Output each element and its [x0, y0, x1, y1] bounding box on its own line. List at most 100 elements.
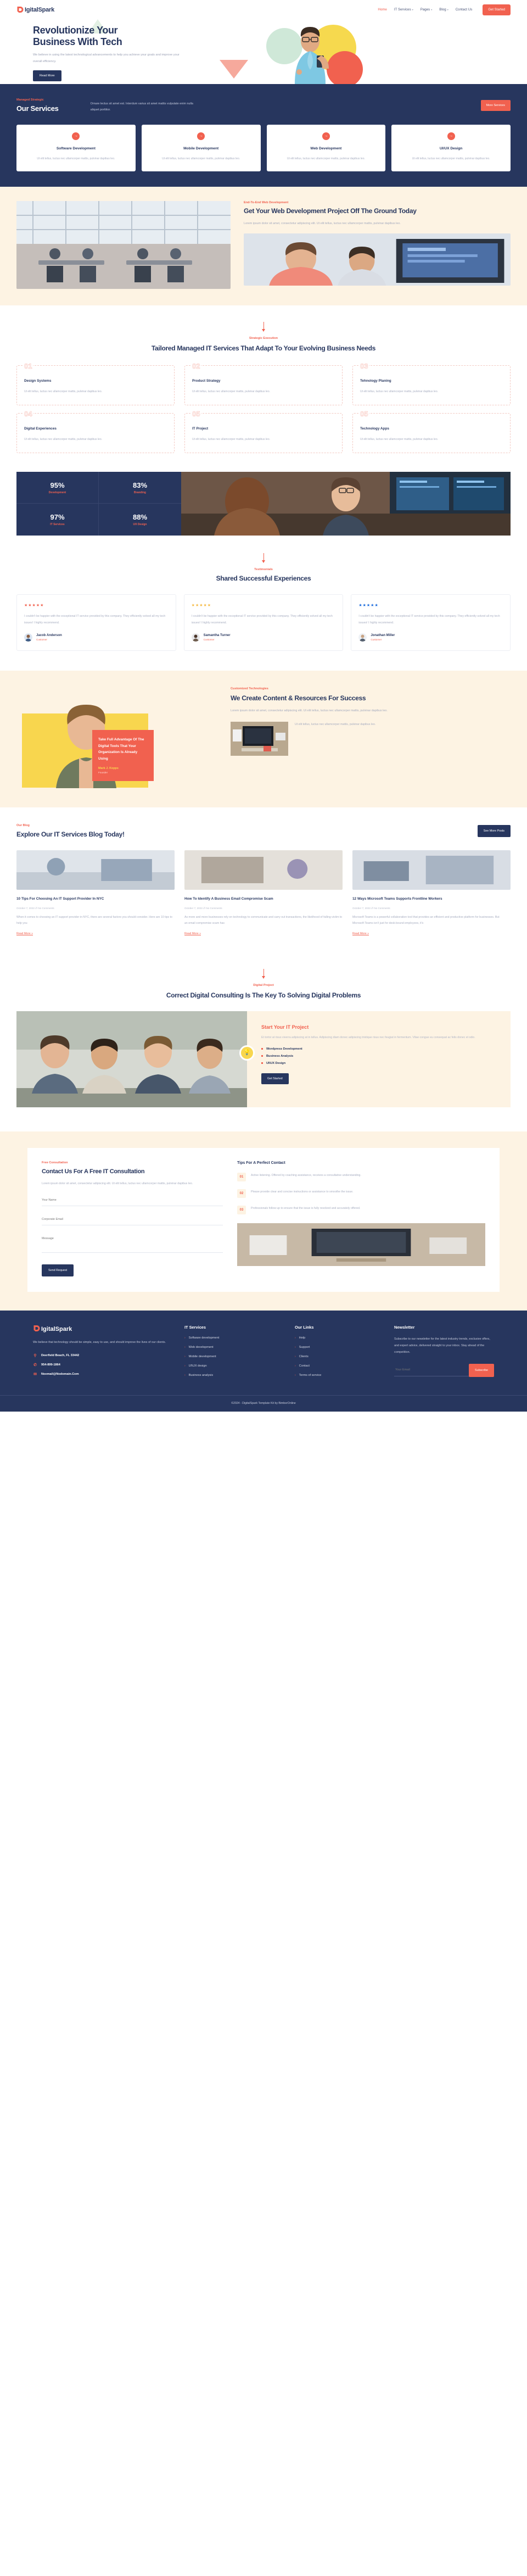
stat-label: Branding	[134, 490, 146, 494]
footer-link[interactable]: › Terms of service	[295, 1374, 380, 1377]
e2e-sub-image	[244, 233, 511, 286]
blog-post-title: 12 Ways Microsoft Teams Supports Frontli…	[352, 897, 442, 901]
logo-mark-icon	[16, 6, 24, 13]
nav-contact-us[interactable]: Contact Us	[456, 8, 473, 12]
e2e-copy: End-To-End Web Development Get Your Web …	[244, 201, 511, 289]
your-name-field[interactable]	[42, 1194, 223, 1207]
tip-item: 02 Please provide clear and concise inst…	[237, 1189, 485, 1198]
footer-links-title: Our Links	[295, 1325, 314, 1330]
hero-photo	[266, 23, 354, 84]
blog-post-card[interactable]: 10 Tips For Choosing An IT Support Provi…	[16, 850, 175, 937]
stat-label: IT Services	[50, 523, 65, 527]
corporate-email-field[interactable]	[42, 1213, 223, 1226]
blog-post-list: 10 Tips For Choosing An IT Support Provi…	[16, 850, 511, 937]
nav-home[interactable]: Home	[378, 8, 387, 12]
bullet-icon	[261, 1048, 263, 1050]
tip-number: 02	[237, 1189, 246, 1198]
tailored-card[interactable]: 04 Digital Experiences Ut elit tellus, l…	[16, 410, 175, 454]
testimonial-role: Customer	[371, 638, 382, 642]
newsletter-email-input[interactable]	[394, 1364, 469, 1377]
card-desc: Ut elit tellus, luctus nec ullamcorper m…	[24, 438, 103, 442]
footer-link[interactable]: › Contact	[295, 1364, 380, 1368]
service-card-desc: Ut elit tellus, luctus nec ullamcorper m…	[412, 157, 490, 160]
footer-about-text: We believe that technology should be sim…	[33, 1341, 166, 1345]
content-eyebrow: Customized Technologies	[231, 687, 268, 691]
footer-service-link[interactable]: › Business analysis	[184, 1374, 281, 1377]
blog-post-meta: October 7, 2022 /// No Comments	[184, 906, 222, 910]
testimonial-name: Jonathan Miller	[371, 634, 395, 638]
testimonial-quote: I couldn't be happier with the exception…	[358, 615, 500, 625]
blog-post-image	[16, 850, 175, 890]
hero-read-more-button[interactable]: Read More	[33, 70, 61, 81]
blog-post-card[interactable]: How To Identify A Business Email Comprom…	[184, 850, 343, 937]
arrow-right-icon: →	[322, 132, 330, 140]
service-card-title: Software Development	[56, 146, 96, 150]
panel-description: Et tortor at risus viverra adipiscing at…	[261, 1035, 475, 1039]
e2e-left-image	[16, 201, 231, 289]
blog-read-more-link[interactable]: Read More »	[184, 932, 201, 935]
card-number: 05	[191, 410, 201, 419]
footer-logo[interactable]: IgitalSpark	[33, 1325, 170, 1334]
footer-service-link[interactable]: › Web development	[184, 1346, 281, 1349]
envelope-icon: ✉	[33, 1373, 37, 1377]
card-desc: Ut elit tellus, luctus nec ullamcorper m…	[192, 438, 271, 442]
tailored-card[interactable]: 02 Product Strategy Ut elit tellus, luct…	[184, 362, 343, 406]
stat-value: 95%	[50, 481, 65, 489]
footer-services-list: › Software development › Web development ›…	[184, 1336, 281, 1377]
send-request-button[interactable]: Send Request	[42, 1264, 74, 1277]
blog-section: Our Blog Explore Our IT Services Blog To…	[0, 807, 527, 956]
blog-read-more-link[interactable]: Read More »	[16, 932, 33, 935]
message-field[interactable]	[42, 1232, 223, 1253]
get-started-button[interactable]: Get Started	[483, 4, 511, 15]
main-nav: Home IT Services ▾ Pages ▾ Blog ▾ Contact U…	[378, 4, 511, 15]
chevron-right-icon: ›	[295, 1374, 296, 1378]
service-card[interactable]: → Mobile Development Ut elit tellus, luc…	[141, 124, 261, 172]
tailored-card[interactable]: 05 IT Project Ut elit tellus, luctus nec…	[184, 410, 343, 454]
footer-link[interactable]: › Support	[295, 1346, 380, 1349]
service-card[interactable]: → Web Development Ut elit tellus, luctus…	[266, 124, 386, 172]
footer-email[interactable]: ✉ Noemail@Nodomain.Com	[33, 1372, 170, 1376]
card-title: Product Strategy	[192, 379, 221, 383]
blog-post-card[interactable]: 12 Ways Microsoft Teams Supports Frontli…	[352, 850, 511, 937]
more-services-button[interactable]: More Services	[480, 100, 511, 111]
logo[interactable]: IgitalSpark	[16, 6, 54, 13]
digital-team-photo	[16, 1011, 247, 1107]
chevron-down-icon: ▾	[412, 8, 413, 11]
see-more-posts-button[interactable]: See More Posts	[477, 825, 511, 838]
testimonial-quote: I couldn't be happier with the exception…	[24, 615, 166, 625]
site-header: IgitalSpark Home IT Services ▾ Pages ▾ Blo…	[0, 0, 527, 19]
nav-pages[interactable]: Pages ▾	[421, 8, 433, 12]
consultation-description: Lorem ipsum dolor sit amet, consectetur …	[42, 1182, 193, 1186]
tailored-card[interactable]: 01 Design Systems Ut elit tellus, luctus…	[16, 362, 175, 406]
footer-service-link[interactable]: › Software development	[184, 1336, 281, 1340]
blog-read-more-link[interactable]: Read More »	[352, 932, 369, 935]
subscribe-button[interactable]: Subscribe	[469, 1363, 494, 1377]
service-card[interactable]: → Software Development Ut elit tellus, l…	[16, 124, 136, 172]
card-number: 04	[23, 410, 33, 419]
panel-feature-list: Wordpress Development Business Analysis …	[261, 1047, 496, 1065]
stat-value: 83%	[132, 481, 148, 489]
card-title: Digital Experiences	[24, 427, 57, 431]
footer-service-link[interactable]: › Mobile development	[184, 1355, 281, 1358]
blog-post-meta: October 7, 2022 /// No Comments	[352, 906, 390, 910]
tailored-section: Strategic Execution Tailored Managed IT …	[0, 305, 527, 472]
nav-blog[interactable]: Blog ▾	[439, 8, 448, 12]
footer-phone[interactable]: ✆ 954-899-1864	[33, 1363, 170, 1367]
blog-post-image	[352, 850, 511, 890]
tip-number: 03	[237, 1205, 246, 1214]
testimonial-role: Customer	[203, 638, 215, 642]
stats-grid: 95% Development 83% Branding 97% IT Serv…	[16, 472, 181, 536]
footer-service-link[interactable]: › UI\UX design	[184, 1364, 281, 1368]
nav-it-services[interactable]: IT Services ▾	[394, 8, 413, 12]
bullet-icon	[261, 1062, 263, 1064]
tailored-card[interactable]: 05 Technology Apps Ut elit tellus, luctu…	[352, 410, 511, 454]
footer-services-title: IT Services	[184, 1325, 206, 1330]
panel-get-started-button[interactable]: Get Started	[261, 1073, 289, 1084]
tailored-card[interactable]: 03 Tehnology Planing Ut elit tellus, luc…	[352, 362, 511, 406]
chevron-right-icon: ›	[295, 1355, 296, 1359]
footer-link[interactable]: › Help	[295, 1336, 380, 1340]
testimonial-quote: I couldn't be happier with the exception…	[191, 615, 333, 625]
service-card[interactable]: → UI/UX Design Ut elit tellus, luctus ne…	[391, 124, 511, 172]
footer-link[interactable]: › Clients	[295, 1355, 380, 1358]
stat-item: 88% UX Design	[99, 504, 181, 536]
